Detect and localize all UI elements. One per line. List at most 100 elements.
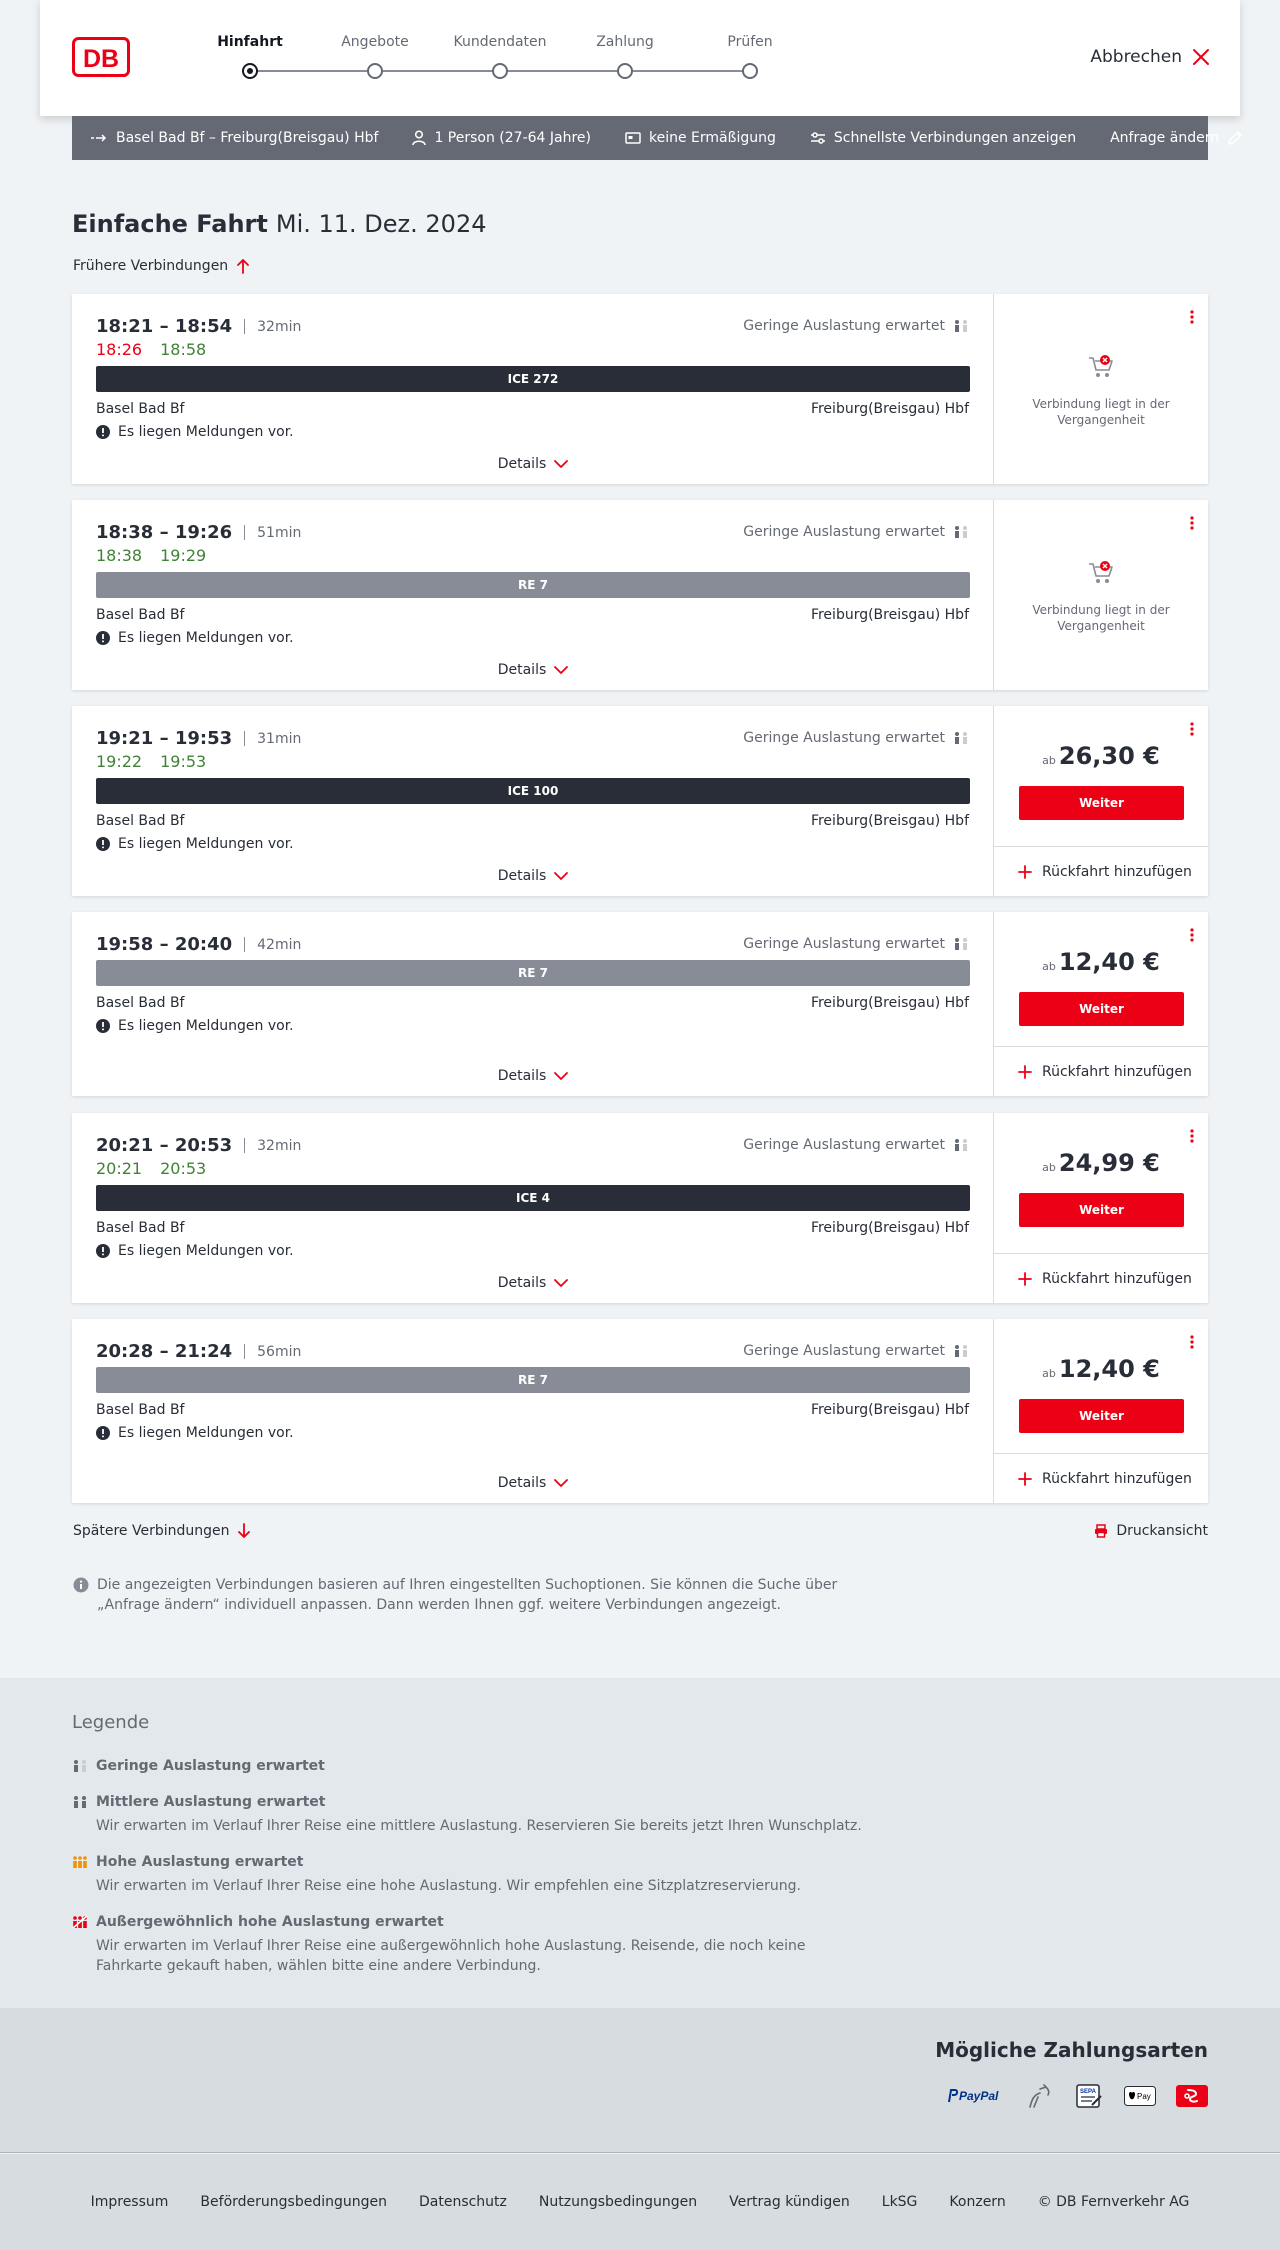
legend-title: Legende xyxy=(72,1712,150,1733)
continue-button[interactable]: Weiter xyxy=(1019,786,1184,820)
realtime-times: 19:22 19:53 xyxy=(96,752,224,771)
occupancy-info[interactable]: Geringe Auslastung erwartet xyxy=(743,318,969,334)
notice-text: Es liegen Meldungen vor. xyxy=(118,424,294,440)
cancel-button[interactable]: Abbrechen xyxy=(1090,47,1210,67)
connection-offer: ab 12,40 € Weiter Rückfahrt hinzufügen xyxy=(994,1319,1208,1503)
train-bar[interactable]: ICE 100 xyxy=(96,778,970,804)
db-logo[interactable]: DB xyxy=(72,37,130,77)
occupancy-text: Geringe Auslastung erwartet xyxy=(743,936,945,952)
search-info-note: Die angezeigten Verbindungen basieren au… xyxy=(73,1575,853,1615)
footer-link-befoerderungsbedingungen[interactable]: Beförderungsbedingungen xyxy=(200,2194,387,2210)
add-return-trip-button[interactable]: Rückfahrt hinzufügen xyxy=(994,1046,1208,1096)
connection-times: 20:28 – 21:24 56min xyxy=(96,1341,301,1362)
past-connection-note: Verbindung liegt in der Vergangenheit xyxy=(994,560,1208,634)
plus-icon xyxy=(1018,1471,1032,1486)
duration: 42min xyxy=(257,936,302,953)
occupancy-info[interactable]: Geringe Auslastung erwartet xyxy=(743,1137,969,1153)
notice-text: Es liegen Meldungen vor. xyxy=(118,1425,294,1441)
connection-card[interactable]: 18:21 – 18:54 32min 18:26 18:58 Geringe Au… xyxy=(72,294,1208,484)
plus-icon xyxy=(1018,1064,1032,1079)
price-value: 12,40 € xyxy=(1058,948,1160,976)
details-toggle[interactable]: Details xyxy=(72,1275,994,1291)
details-toggle[interactable]: Details xyxy=(72,1475,994,1491)
alert-icon xyxy=(96,1019,110,1033)
step-dot xyxy=(742,63,758,79)
connection-offer: Verbindung liegt in der Vergangenheit xyxy=(994,294,1208,484)
discount-text: keine Ermäßigung xyxy=(649,130,776,146)
more-options-icon[interactable] xyxy=(1190,310,1194,324)
realtime-times: 20:21 20:53 xyxy=(96,1159,224,1178)
occupancy-info[interactable]: Geringe Auslastung erwartet xyxy=(743,1343,969,1359)
details-toggle[interactable]: Details xyxy=(72,456,994,472)
footer-link-impressum[interactable]: Impressum xyxy=(91,2194,169,2210)
load-medium-icon xyxy=(72,1795,88,1809)
legend-item-medium: Mittlere Auslastung erwartet Wir erwarte… xyxy=(72,1794,872,1836)
connection-card[interactable]: 18:38 – 19:26 51min 18:38 19:29 Geringe Au… xyxy=(72,500,1208,690)
add-return-trip-button[interactable]: Rückfahrt hinzufügen xyxy=(994,1253,1208,1303)
later-connections-link[interactable]: Spätere Verbindungen xyxy=(73,1523,251,1539)
footer-link-lksg[interactable]: LkSG xyxy=(882,2194,918,2210)
connection-card[interactable]: 19:58 – 20:40 42min Geringe Auslastung er… xyxy=(72,912,1208,1096)
booking-stepper: Hinfahrt Angebote Kundendaten Zahlung Pr… xyxy=(210,34,773,84)
details-toggle[interactable]: Details xyxy=(72,868,994,884)
payment-methods-section: Mögliche Zahlungsarten PayPal SEPA Pay xyxy=(0,2008,1280,2153)
footer-copyright: © DB Fernverkehr AG xyxy=(1037,2194,1190,2210)
train-bar[interactable]: RE 7 xyxy=(96,1367,970,1393)
cancel-label: Abbrechen xyxy=(1090,47,1182,67)
train-bar[interactable]: ICE 272 xyxy=(96,366,970,392)
footer-link-vertrag-kuendigen[interactable]: Vertrag kündigen xyxy=(729,2194,850,2210)
realtime-times: 18:26 18:58 xyxy=(96,340,224,359)
plus-icon xyxy=(1018,1271,1032,1286)
occupancy-info[interactable]: Geringe Auslastung erwartet xyxy=(743,936,969,952)
details-toggle[interactable]: Details xyxy=(72,662,994,678)
duration: 32min xyxy=(257,318,302,335)
train-bar[interactable]: ICE 4 xyxy=(96,1185,970,1211)
load-very-high-icon xyxy=(72,1915,88,1929)
sliders-icon xyxy=(810,132,826,144)
more-options-icon[interactable] xyxy=(1190,1129,1194,1143)
footer-link-nutzungsbedingungen[interactable]: Nutzungsbedingungen xyxy=(539,2194,697,2210)
notice: Es liegen Meldungen vor. xyxy=(96,424,294,440)
more-options-icon[interactable] xyxy=(1190,1335,1194,1349)
legend-item-high: Hohe Auslastung erwartet Wir erwarten im… xyxy=(72,1854,872,1896)
connection-card[interactable]: 19:21 – 19:53 31min 19:22 19:53 Geringe Au… xyxy=(72,706,1208,896)
earlier-connections-label: Frühere Verbindungen xyxy=(73,258,229,274)
route-summary: Basel Bad Bf – Freiburg(Breisgau) Hbf xyxy=(90,130,378,146)
add-return-trip-label: Rückfahrt hinzufügen xyxy=(1042,1270,1192,1287)
plus-icon xyxy=(1018,864,1032,879)
footer-link-konzern[interactable]: Konzern xyxy=(949,2194,1005,2210)
details-toggle[interactable]: Details xyxy=(72,1068,994,1084)
occupancy-text: Geringe Auslastung erwartet xyxy=(743,1343,945,1359)
chevron-down-icon xyxy=(554,665,569,675)
continue-button[interactable]: Weiter xyxy=(1019,1193,1184,1227)
change-request-label: Anfrage ändern xyxy=(1110,130,1220,146)
price: ab 12,40 € xyxy=(1042,1355,1160,1383)
connection-card[interactable]: 20:21 – 20:53 32min 20:21 20:53 Geringe Au… xyxy=(72,1113,1208,1303)
add-return-trip-button[interactable]: Rückfahrt hinzufügen xyxy=(994,1453,1208,1503)
connection-times: 19:58 – 20:40 42min xyxy=(96,934,301,955)
occupancy-info[interactable]: Geringe Auslastung erwartet xyxy=(743,524,969,540)
continue-button[interactable]: Weiter xyxy=(1019,992,1184,1026)
search-request-bar: Basel Bad Bf – Freiburg(Breisgau) Hbf 1 … xyxy=(72,116,1242,160)
continue-button[interactable]: Weiter xyxy=(1019,1399,1184,1433)
alert-icon xyxy=(96,425,110,439)
later-connections-label: Spätere Verbindungen xyxy=(73,1523,230,1539)
change-request-button[interactable]: Anfrage ändern xyxy=(1110,130,1243,146)
print-view-link[interactable]: Druckansicht xyxy=(1094,1523,1208,1539)
connection-card[interactable]: 20:28 – 21:24 56min Geringe Auslastung er… xyxy=(72,1319,1208,1503)
more-options-icon[interactable] xyxy=(1190,516,1194,530)
train-bar[interactable]: RE 7 xyxy=(96,572,970,598)
more-options-icon[interactable] xyxy=(1190,928,1194,942)
add-return-trip-button[interactable]: Rückfahrt hinzufügen xyxy=(994,846,1208,896)
occupancy-info[interactable]: Geringe Auslastung erwartet xyxy=(743,730,969,746)
load-low-icon xyxy=(72,1759,88,1773)
chevron-down-icon xyxy=(554,1071,569,1081)
train-bar[interactable]: RE 7 xyxy=(96,960,970,986)
footer-link-datenschutz[interactable]: Datenschutz xyxy=(419,2194,507,2210)
arrival-station: Freiburg(Breisgau) Hbf xyxy=(810,607,969,623)
connection-main: 19:21 – 19:53 31min 19:22 19:53 Geringe Au… xyxy=(72,706,994,896)
alert-icon xyxy=(96,1244,110,1258)
apple-pay-icon: Pay xyxy=(1124,2086,1156,2106)
earlier-connections-link[interactable]: Frühere Verbindungen xyxy=(73,258,250,274)
more-options-icon[interactable] xyxy=(1190,722,1194,736)
